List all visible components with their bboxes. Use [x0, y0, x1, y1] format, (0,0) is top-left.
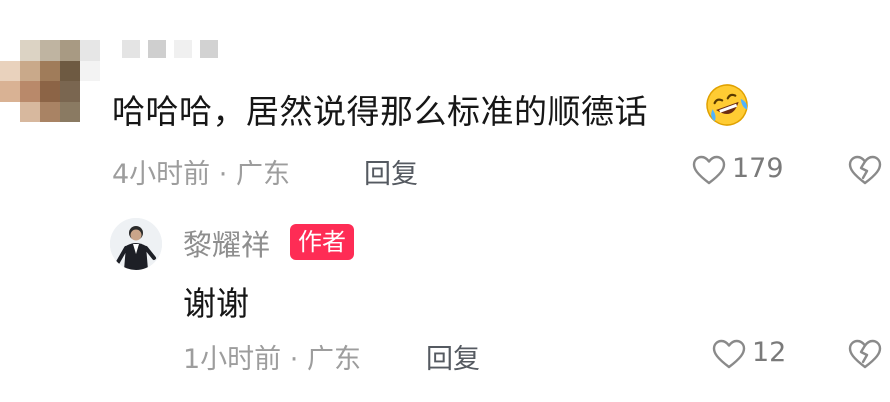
comment-text: 哈哈哈，居然说得那么标准的顺德话: [112, 92, 648, 131]
reply-like-count: 12: [752, 337, 787, 368]
comment-like-count: 179: [732, 153, 784, 184]
author-badge: 作者: [290, 224, 354, 260]
meta-separator: ·: [289, 344, 299, 375]
reply-location: 广东: [306, 344, 361, 375]
like-heart-icon[interactable]: [712, 339, 746, 369]
person-in-suit-icon: [110, 218, 162, 270]
comment-time: 4小时前: [112, 159, 211, 190]
like-heart-icon[interactable]: [692, 155, 726, 185]
reply-text: 谢谢: [183, 284, 249, 323]
comment-location: 广东: [235, 159, 290, 190]
author-avatar[interactable]: [110, 218, 162, 270]
reply-meta: 1小时前 · 广东: [183, 337, 361, 376]
commenter-name-redacted: [122, 40, 218, 58]
rolling-on-floor-laughing-emoji-icon: [706, 84, 748, 126]
meta-separator: ·: [218, 159, 228, 190]
commenter-avatar[interactable]: [0, 40, 100, 122]
comment-reply-button[interactable]: 回复: [364, 152, 418, 191]
dislike-broken-heart-icon[interactable]: [848, 155, 882, 185]
reply-reply-button[interactable]: 回复: [426, 337, 480, 376]
comment-meta: 4小时前 · 广东: [112, 152, 290, 191]
dislike-broken-heart-icon[interactable]: [848, 339, 882, 369]
reply-time: 1小时前: [183, 344, 282, 375]
author-name[interactable]: 黎耀祥: [183, 222, 270, 264]
